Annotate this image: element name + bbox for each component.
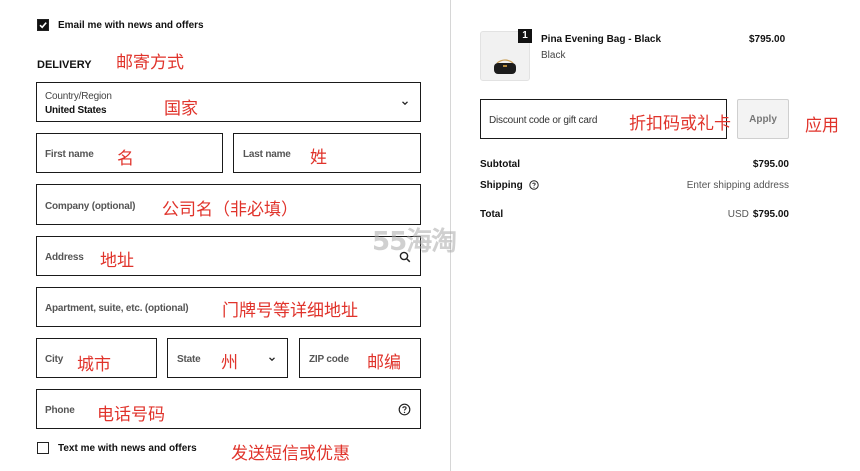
chevron-down-icon bbox=[269, 357, 275, 362]
company-annotation: 公司名（非必填） bbox=[162, 200, 298, 220]
delivery-annotation: 邮寄方式 bbox=[116, 53, 184, 73]
apartment-placeholder: Apartment, suite, etc. (optional) bbox=[45, 303, 189, 314]
discount-annotation: 折扣码或礼卡 bbox=[629, 114, 731, 134]
subtotal-label: Subtotal bbox=[480, 159, 520, 170]
total-amount: USD $795.00 bbox=[728, 209, 789, 220]
phone-placeholder: Phone bbox=[45, 405, 75, 416]
phone-annotation: 电话号码 bbox=[97, 405, 165, 425]
company-field[interactable]: Company (optional) 公司名（非必填） bbox=[36, 184, 421, 225]
apply-annotation: 应用 bbox=[805, 116, 839, 136]
subtotal-value: $795.00 bbox=[752, 159, 789, 170]
total-currency: USD bbox=[727, 209, 749, 220]
country-annotation: 国家 bbox=[164, 99, 198, 119]
shipping-label: Shipping bbox=[480, 180, 523, 191]
discount-code-field[interactable]: Discount code or gift card 折扣码或礼卡 bbox=[480, 99, 731, 139]
zip-annotation: 邮编 bbox=[367, 353, 401, 373]
total-value: $795.00 bbox=[752, 209, 789, 220]
sms-optin-annotation: 发送短信或优惠 bbox=[231, 444, 350, 464]
country-label: Country/Region bbox=[45, 91, 112, 102]
address-field[interactable]: Address 地址 bbox=[36, 236, 421, 276]
address-annotation: 地址 bbox=[100, 251, 134, 271]
zip-placeholder: ZIP code bbox=[309, 354, 349, 365]
last-name-placeholder: Last name bbox=[243, 149, 291, 160]
apply-button-label: Apply bbox=[749, 114, 777, 125]
product-price: $795.00 bbox=[749, 34, 786, 45]
zip-field[interactable]: ZIP code 邮编 bbox=[299, 338, 421, 378]
state-select[interactable]: State 州 bbox=[167, 338, 288, 378]
city-field[interactable]: City 城市 bbox=[36, 338, 157, 378]
chevron-down-icon bbox=[402, 101, 408, 106]
shipping-value: Enter shipping address bbox=[686, 180, 789, 191]
apartment-annotation: 门牌号等详细地址 bbox=[222, 301, 358, 321]
watermark-logo: 55海淘 bbox=[372, 227, 457, 257]
first-name-annotation: 名 bbox=[117, 149, 134, 169]
quantity-badge: 1 bbox=[518, 29, 532, 43]
first-name-placeholder: First name bbox=[45, 149, 94, 160]
product-variant: Black bbox=[541, 50, 566, 61]
city-placeholder: City bbox=[45, 354, 64, 365]
product-name: Pina Evening Bag - Black bbox=[541, 34, 662, 45]
country-value: United States bbox=[45, 105, 107, 116]
country-select[interactable]: Country/Region United States 国家 bbox=[36, 82, 421, 122]
delivery-heading: DELIVERY bbox=[37, 59, 92, 71]
apartment-field[interactable]: Apartment, suite, etc. (optional) 门牌号等详细… bbox=[36, 287, 421, 327]
city-annotation: 城市 bbox=[77, 355, 111, 375]
help-icon[interactable] bbox=[529, 180, 539, 190]
email-optin-checkbox[interactable] bbox=[37, 19, 49, 31]
help-icon[interactable] bbox=[398, 403, 411, 416]
sms-optin-label: Text me with news and offers bbox=[58, 443, 197, 454]
state-placeholder: State bbox=[177, 354, 201, 365]
discount-placeholder: Discount code or gift card bbox=[489, 115, 598, 126]
phone-field[interactable]: Phone 电话号码 bbox=[36, 389, 421, 429]
total-label: Total bbox=[480, 209, 504, 220]
sms-optin-checkbox[interactable] bbox=[37, 442, 49, 454]
last-name-annotation: 姓 bbox=[310, 148, 327, 168]
first-name-field[interactable]: First name 名 bbox=[36, 133, 223, 173]
state-annotation: 州 bbox=[221, 353, 238, 373]
address-placeholder: Address bbox=[45, 252, 84, 263]
last-name-field[interactable]: Last name 姓 bbox=[233, 133, 421, 173]
checkmark-icon bbox=[39, 22, 47, 29]
apply-button[interactable]: Apply bbox=[737, 99, 789, 139]
company-placeholder: Company (optional) bbox=[45, 201, 136, 212]
email-optin-label: Email me with news and offers bbox=[58, 20, 204, 31]
